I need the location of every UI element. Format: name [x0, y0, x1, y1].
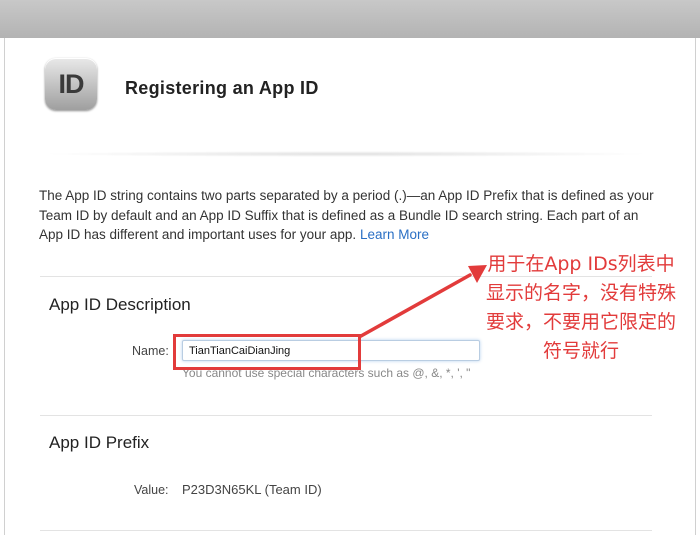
annotation-note: 用于在App IDs列表中显示的名字，没有特殊要求，不要用它限定的符号就行	[486, 253, 677, 362]
learn-more-link[interactable]: Learn More	[360, 227, 429, 242]
section-divider	[40, 530, 652, 531]
page-title: Registering an App ID	[125, 78, 319, 98]
app-id-prefix-value: P23D3N65KL (Team ID)	[182, 482, 322, 497]
intro-text: The App ID string contains two parts sep…	[39, 188, 654, 242]
title-divider	[40, 151, 652, 157]
intro-paragraph: The App ID string contains two parts sep…	[39, 186, 659, 245]
app-id-prefix-title: App ID Prefix	[49, 433, 150, 452]
value-label: Value:	[134, 483, 169, 497]
app-id-description-title: App ID Description	[49, 295, 191, 314]
section-divider	[40, 415, 652, 416]
window-top-bar	[0, 0, 700, 38]
name-label: Name:	[132, 344, 169, 358]
annotation-highlight-box	[173, 334, 361, 370]
app-id-icon: ID	[45, 58, 97, 110]
app-id-icon-label: ID	[58, 68, 85, 99]
